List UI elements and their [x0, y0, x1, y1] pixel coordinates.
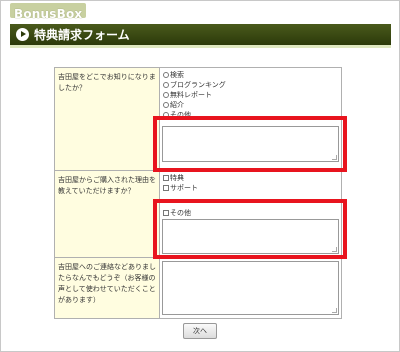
comments-question-label: 吉田屋へのご連絡などありましたらなんでもどうぞ（お客様の声として使わせていただく…: [55, 258, 160, 318]
form-row-reason: 吉田屋からご購入された理由を教えていただけますか？ 特典 サポート その他: [55, 170, 341, 257]
option-support[interactable]: サポート: [163, 183, 338, 193]
source-question-label: 吉田屋をどこでお知りになりましたか？: [55, 68, 160, 170]
resize-grip-icon[interactable]: [332, 308, 337, 313]
logo-text: BonusBox: [14, 7, 83, 21]
form-row-source: 吉田屋をどこでお知りになりましたか？ 検索 ブログランキング 無料レポート 紹介…: [55, 68, 341, 170]
resize-grip-icon[interactable]: [332, 247, 337, 252]
play-arrow-icon: [16, 28, 29, 41]
option-referral[interactable]: 紹介: [163, 100, 338, 110]
radio-button[interactable]: [163, 82, 169, 88]
option-free-report[interactable]: 無料レポート: [163, 90, 338, 100]
checkbox[interactable]: [163, 175, 169, 181]
reason-question-label: 吉田屋からご購入された理由を教えていただけますか？: [55, 171, 160, 257]
bonusbox-logo: BonusBox: [10, 3, 87, 21]
request-form: 吉田屋をどこでお知りになりましたか？ 検索 ブログランキング 無料レポート 紹介…: [54, 67, 342, 319]
page-title: 特典請求フォーム: [34, 28, 130, 42]
source-other-textarea[interactable]: [162, 126, 339, 162]
option-bonus[interactable]: 特典: [163, 173, 338, 183]
checkbox[interactable]: [163, 185, 169, 191]
comments-textarea[interactable]: [162, 261, 339, 315]
page: BonusBox 特典請求フォーム 吉田屋をどこでお知りになりましたか？ 検索 …: [0, 0, 400, 352]
resize-grip-icon[interactable]: [332, 155, 337, 160]
title-bar: 特典請求フォーム: [10, 24, 391, 48]
radio-button[interactable]: [163, 92, 169, 98]
option-blog-ranking[interactable]: ブログランキング: [163, 80, 338, 90]
option-search[interactable]: 検索: [163, 70, 338, 80]
radio-button[interactable]: [163, 112, 169, 118]
next-button[interactable]: 次へ: [183, 323, 217, 339]
checkbox[interactable]: [163, 210, 169, 216]
radio-button[interactable]: [163, 72, 169, 78]
option-other[interactable]: その他: [163, 110, 338, 120]
radio-button[interactable]: [163, 102, 169, 108]
form-row-comments: 吉田屋へのご連絡などありましたらなんでもどうぞ（お客様の声として使わせていただく…: [55, 257, 341, 318]
reason-other-textarea[interactable]: [162, 219, 339, 254]
option-reason-other[interactable]: その他: [163, 208, 338, 218]
